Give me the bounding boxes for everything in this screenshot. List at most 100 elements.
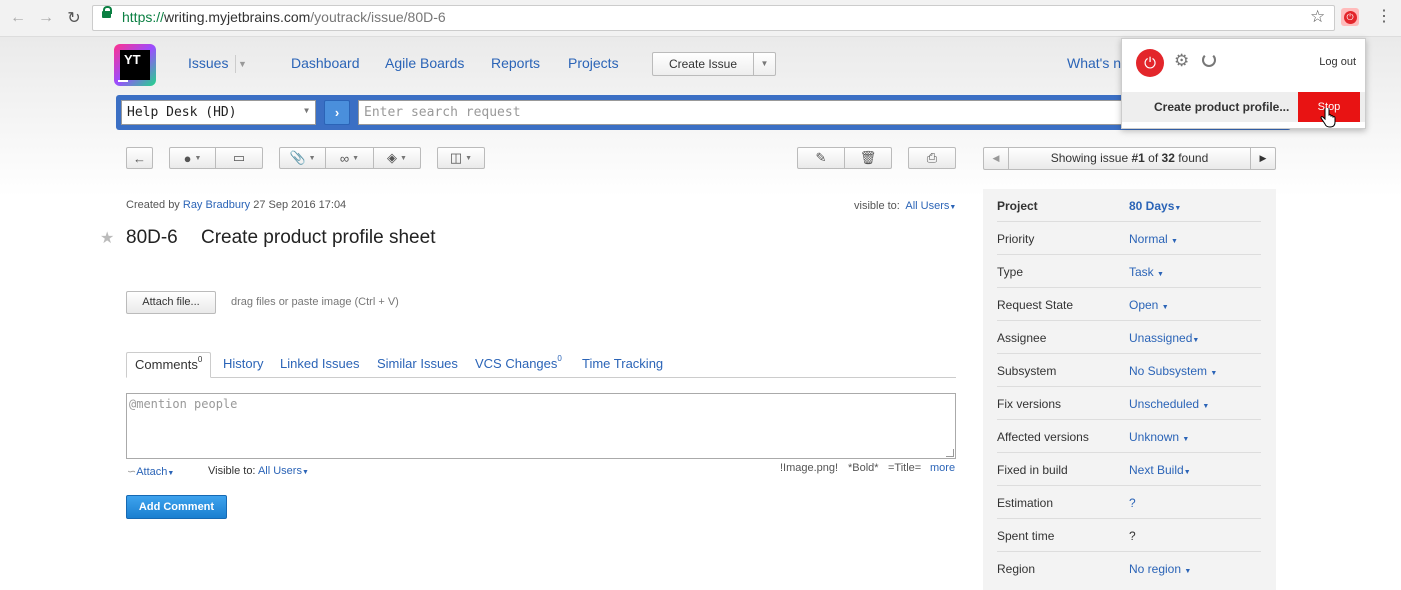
created-by: Created by Ray Bradbury 27 Sep 2016 17:0…: [126, 199, 347, 211]
field-estimation-value[interactable]: ?: [1129, 496, 1136, 510]
create-issue-label: Create Issue: [668, 57, 738, 71]
reload-icon[interactable]: ↻: [63, 7, 85, 29]
issue-title[interactable]: Create product profile sheet: [201, 227, 435, 249]
field-region: Region No region ▼: [997, 562, 1192, 576]
attach-button[interactable]: 📎 ▼: [280, 148, 326, 168]
url-text: https://writing.myjetbrains.com/youtrack…: [122, 9, 446, 25]
arrow-left-icon: ←: [133, 150, 146, 166]
console-icon: ◫: [449, 150, 463, 165]
gear-icon[interactable]: ⚙: [1174, 51, 1189, 71]
tab-history[interactable]: History: [223, 352, 263, 378]
tab-linked-issues[interactable]: Linked Issues: [280, 352, 360, 378]
create-issue-button[interactable]: Create Issue ▼: [652, 52, 776, 76]
field-estimation: Estimation?: [997, 486, 1261, 519]
field-subsystem-value[interactable]: No Subsystem ▼: [1129, 364, 1217, 378]
field-fix-versions: Fix versions Unscheduled ▼: [997, 387, 1261, 420]
nav-reports[interactable]: Reports: [491, 55, 540, 71]
search-go-button[interactable]: ›: [324, 100, 350, 125]
author-link[interactable]: Ray Bradbury: [183, 199, 250, 211]
tab-time-tracking[interactable]: Time Tracking: [582, 352, 663, 378]
comment-button[interactable]: ▭: [216, 148, 262, 168]
edit-button[interactable]: ✎: [798, 148, 845, 168]
tab-vcs-changes[interactable]: VCS Changes0: [475, 352, 562, 378]
field-affected-versions: Affected versions Unknown ▼: [997, 420, 1261, 453]
attach-link-tag-group: 📎 ▼ ∞ ▼ ◈ ▼: [279, 147, 421, 169]
field-fixed-in-build-value[interactable]: Next Build▼: [1129, 463, 1191, 477]
previous-issue-icon[interactable]: ◀: [984, 148, 1008, 169]
wiki-help-more-link[interactable]: more: [930, 462, 955, 474]
field-spent-time: Spent time?: [997, 519, 1261, 552]
create-issue-chevron-icon[interactable]: ▼: [753, 53, 775, 75]
trash-icon: 🗑: [859, 150, 877, 165]
comment-placeholder: @mention people: [129, 397, 238, 411]
resize-grip-icon[interactable]: [946, 449, 954, 457]
field-fix-versions-value[interactable]: Unscheduled ▼: [1129, 397, 1209, 411]
issue-id: 80D-6: [126, 227, 178, 248]
nav-issues[interactable]: Issues: [188, 55, 228, 71]
issue-actions-group: ● ▼ ▭: [169, 147, 263, 169]
field-request-state-value[interactable]: Open ▼: [1129, 298, 1169, 312]
attach-file-button[interactable]: Attach file...: [126, 291, 216, 314]
field-affected-versions-value[interactable]: Unknown ▼: [1129, 430, 1189, 444]
nav-agile-boards[interactable]: Agile Boards: [385, 55, 464, 71]
pager-text: Showing issue #1 of 32 found: [1008, 148, 1251, 169]
field-project-value[interactable]: 80 Days▼: [1129, 199, 1181, 213]
tag-icon: ◈: [387, 150, 398, 165]
field-region-value[interactable]: No region ▼: [1129, 562, 1191, 576]
assignee-button[interactable]: ● ▼: [170, 148, 216, 168]
printer-icon: ⎙: [926, 150, 938, 165]
power-icon[interactable]: ⏻: [1136, 49, 1164, 77]
issues-dropdown-chevron-icon[interactable]: ▼: [235, 55, 249, 73]
field-spent-time-value: ?: [1129, 529, 1136, 543]
issue-fields-panel: Project 80 Days▼ Priority Normal ▼ Type Tas…: [983, 189, 1276, 590]
print-button[interactable]: ⎙: [908, 147, 956, 169]
comment-visibility: Visible to: All Users▼: [208, 465, 309, 477]
star-icon[interactable]: ★: [100, 228, 114, 248]
field-type-value[interactable]: Task ▼: [1129, 265, 1164, 279]
user-icon: ●: [183, 150, 192, 166]
active-task-name: Create product profile...: [1154, 100, 1290, 114]
forward-arrow-icon[interactable]: →: [35, 7, 57, 29]
comment-textarea[interactable]: @mention people: [126, 393, 956, 459]
tab-similar-issues[interactable]: Similar Issues: [377, 352, 458, 378]
browser-menu-icon[interactable]: ⋮: [1376, 8, 1392, 28]
field-assignee-value[interactable]: Unassigned▼: [1129, 331, 1199, 345]
command-button[interactable]: ◫ ▼: [437, 147, 485, 169]
logo-text: YT: [124, 52, 141, 67]
created-date: 27 Sep 2016 17:04: [253, 199, 347, 211]
bookmark-star-icon[interactable]: ☆: [1310, 7, 1325, 27]
add-comment-button[interactable]: Add Comment: [126, 495, 227, 519]
delete-button[interactable]: 🗑: [845, 148, 891, 168]
project-select[interactable]: Help Desk (HD) ▼: [121, 100, 316, 125]
back-arrow-icon[interactable]: ←: [7, 7, 29, 29]
comment-attach[interactable]: ∽Attach▼: [127, 465, 174, 478]
chevron-down-icon: ▼: [304, 106, 309, 115]
logout-link[interactable]: Log out: [1319, 56, 1356, 68]
address-bar[interactable]: https://writing.myjetbrains.com/youtrack…: [92, 5, 1335, 31]
nav-dashboard[interactable]: Dashboard: [291, 55, 360, 71]
next-issue-icon[interactable]: ▶: [1251, 148, 1275, 169]
issue-pager: ◀ Showing issue #1 of 32 found ▶: [983, 147, 1276, 170]
field-priority-value[interactable]: Normal ▼: [1129, 232, 1178, 246]
refresh-icon[interactable]: [1202, 53, 1216, 67]
field-assignee: Assignee Unassigned▼: [997, 321, 1261, 354]
extension-power-icon[interactable]: ⏻: [1341, 8, 1359, 26]
visibility-dropdown[interactable]: All Users▼: [905, 200, 956, 212]
field-fixed-in-build: Fixed in build Next Build▼: [997, 453, 1261, 486]
paperclip-icon: 📎: [289, 150, 306, 165]
edit-delete-group: ✎ 🗑: [797, 147, 892, 169]
pencil-icon: ✎: [815, 150, 827, 165]
nav-projects[interactable]: Projects: [568, 55, 619, 71]
speech-bubble-icon: ▭: [232, 150, 246, 165]
issue-tabs: Comments0 History Linked Issues Similar …: [126, 352, 956, 378]
drag-hint: drag files or paste image (Ctrl + V): [231, 296, 399, 308]
link-button[interactable]: ∞ ▼: [326, 148, 374, 168]
tab-comments[interactable]: Comments0: [126, 352, 212, 378]
comment-visibility-dropdown[interactable]: All Users▼: [258, 465, 309, 477]
back-to-list-button[interactable]: ←: [126, 147, 153, 169]
tag-button[interactable]: ◈ ▼: [374, 148, 420, 168]
wiki-hint-bold: *Bold*: [848, 462, 879, 474]
project-select-value: Help Desk (HD): [127, 105, 237, 120]
link-icon: ∞: [339, 150, 350, 166]
youtrack-logo[interactable]: YT: [114, 44, 156, 86]
